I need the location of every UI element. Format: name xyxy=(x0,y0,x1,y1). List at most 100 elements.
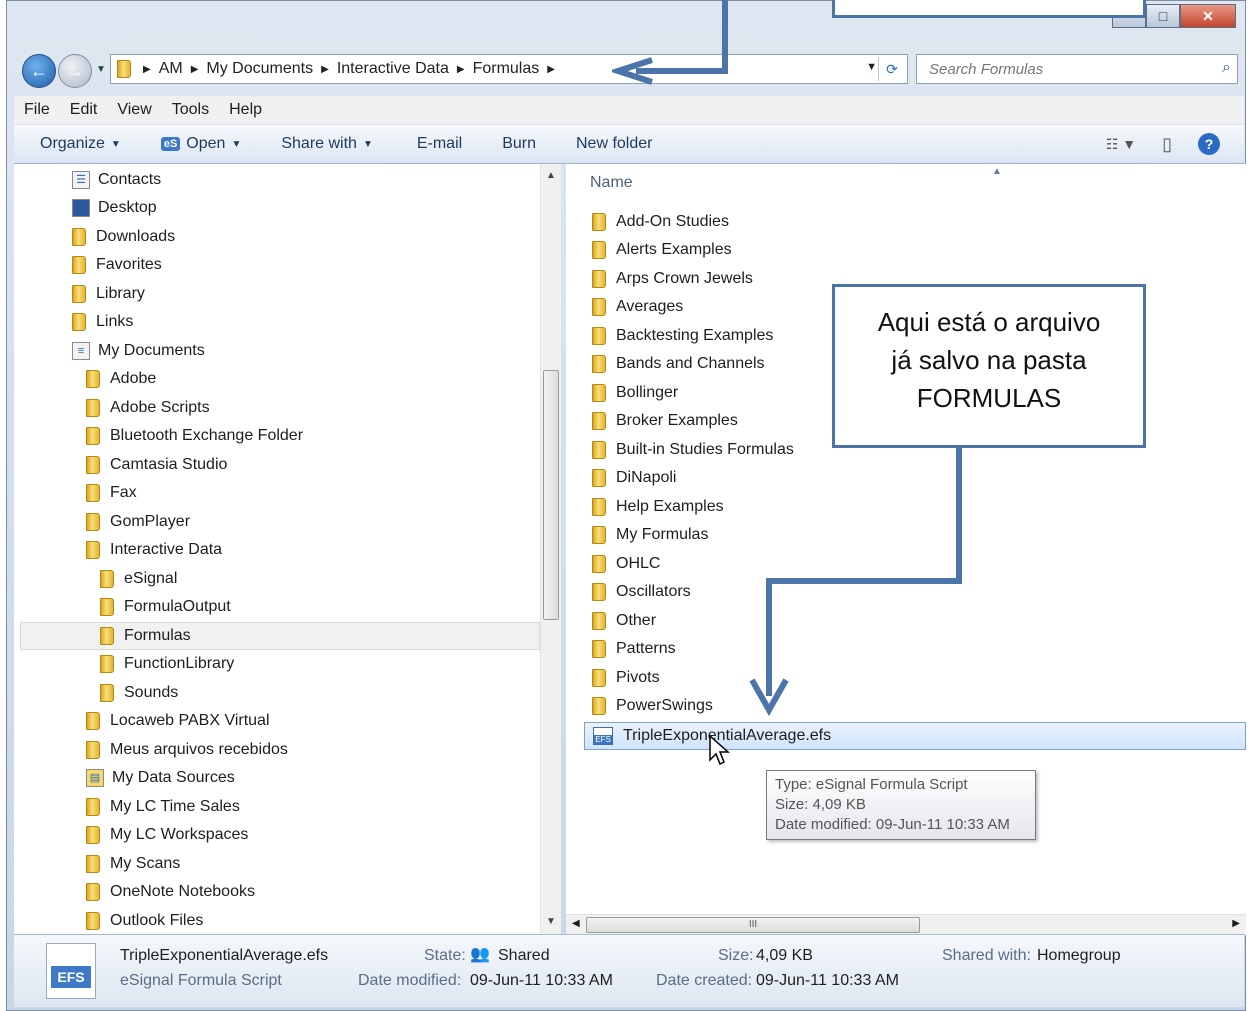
forward-button[interactable]: → xyxy=(58,54,92,88)
folder-item-bollinger[interactable]: Bollinger xyxy=(592,380,678,406)
tree-item-outlook-files[interactable]: Outlook Files xyxy=(86,907,203,934)
share-with-button[interactable]: Share with ▼ xyxy=(281,135,373,153)
change-view-icon[interactable]: ☷ ▼ xyxy=(1106,136,1136,153)
tooltip-modified: Date modified: 09-Jun-11 10:33 AM xyxy=(775,816,1010,833)
email-button[interactable]: E-mail xyxy=(417,135,462,153)
folder-icon xyxy=(592,469,606,487)
folder-item-add-on-studies[interactable]: Add-On Studies xyxy=(592,209,729,235)
tree-item-gomplayer[interactable]: GomPlayer xyxy=(86,508,190,536)
folder-icon xyxy=(86,826,100,844)
breadcrumb-my-documents[interactable]: ▶ My Documents xyxy=(191,60,313,78)
tree-item-interactive-data[interactable]: Interactive Data xyxy=(86,536,222,564)
horizontal-scrollbar[interactable]: ◀ III ▶ xyxy=(566,914,1246,935)
new-folder-button[interactable]: New folder xyxy=(576,135,652,153)
tree-item-camtasia-studio[interactable]: Camtasia Studio xyxy=(86,451,227,479)
folder-item-help-examples[interactable]: Help Examples xyxy=(592,494,724,520)
folder-item-oscillators[interactable]: Oscillators xyxy=(592,579,691,605)
burn-button[interactable]: Burn xyxy=(502,135,536,153)
navigation-scrollbar[interactable]: ▲ ▼ xyxy=(540,164,561,934)
folder-item-pivots[interactable]: Pivots xyxy=(592,665,660,691)
preview-pane-icon[interactable]: ▯ xyxy=(1162,134,1172,155)
search-box[interactable]: ⌕ xyxy=(916,54,1238,84)
breadcrumb-formulas[interactable]: ▶ Formulas xyxy=(457,60,539,78)
menu-edit[interactable]: Edit xyxy=(60,101,108,119)
scroll-up-icon[interactable]: ▲ xyxy=(546,170,556,181)
tree-item-formulas[interactable]: Formulas xyxy=(100,622,191,650)
tree-item-onenote-notebooks[interactable]: OneNote Notebooks xyxy=(86,878,255,906)
folder-icon xyxy=(86,855,100,873)
menu-help[interactable]: Help xyxy=(219,101,272,119)
tree-item-contacts[interactable]: ☰ Contacts xyxy=(72,166,161,194)
tree-item-bluetooth-exchange-folder[interactable]: Bluetooth Exchange Folder xyxy=(86,422,303,450)
tree-item-functionlibrary[interactable]: FunctionLibrary xyxy=(100,650,234,678)
data-sources-icon: ▤ xyxy=(86,769,104,787)
folder-item-built-in-studies-formulas[interactable]: Built-in Studies Formulas xyxy=(592,437,794,463)
file-item-tripleexponentialaverage[interactable]: EFS TripleExponentialAverage.efs xyxy=(584,722,1246,750)
folder-item-backtesting-examples[interactable]: Backtesting Examples xyxy=(592,323,773,349)
tree-item-links[interactable]: Links xyxy=(72,308,133,336)
tree-item-esignal[interactable]: eSignal xyxy=(100,565,177,593)
help-icon[interactable]: ? xyxy=(1198,133,1220,155)
selected-row-highlight xyxy=(20,622,540,650)
history-dropdown-icon[interactable]: ▼ xyxy=(96,64,106,75)
folder-icon xyxy=(86,541,100,559)
details-size-value: 4,09 KB xyxy=(756,947,813,964)
organize-button[interactable]: Organize ▼ xyxy=(40,135,121,153)
folder-icon xyxy=(86,456,100,474)
tree-item-my-data-sources[interactable]: ▤ My Data Sources xyxy=(86,764,235,792)
scrollbar-thumb[interactable] xyxy=(543,370,559,620)
scroll-right-icon[interactable]: ▶ xyxy=(1232,918,1240,929)
address-dropdown-icon[interactable]: ▼ xyxy=(866,61,877,73)
tree-item-adobe-scripts[interactable]: Adobe Scripts xyxy=(86,394,210,422)
callout-line-3: FORMULAS xyxy=(916,383,1062,413)
tree-item-library[interactable]: Library xyxy=(72,280,145,308)
folder-icon xyxy=(86,798,100,816)
folder-item-dinapoli[interactable]: DiNapoli xyxy=(592,465,676,491)
back-button[interactable]: ← xyxy=(22,54,56,88)
close-button[interactable]: ✕ xyxy=(1180,4,1236,28)
tree-item-sounds[interactable]: Sounds xyxy=(100,679,178,707)
search-icon[interactable]: ⌕ xyxy=(1222,59,1231,77)
tree-item-my-documents[interactable]: ≡ My Documents xyxy=(72,337,205,365)
efs-file-icon: EFS xyxy=(593,727,613,745)
maximize-button[interactable]: □ xyxy=(1146,4,1180,28)
breadcrumb-chevron-icon[interactable]: ▶ xyxy=(547,64,563,75)
breadcrumb-am[interactable]: ▶ AM xyxy=(143,60,183,78)
tree-item-downloads[interactable]: Downloads xyxy=(72,223,175,251)
tree-item-my-lc-time-sales[interactable]: My LC Time Sales xyxy=(86,793,240,821)
tree-item-fax[interactable]: Fax xyxy=(86,479,137,507)
folder-item-patterns[interactable]: Patterns xyxy=(592,636,676,662)
column-header-name[interactable]: Name xyxy=(590,174,633,192)
refresh-icon[interactable]: ⟳ xyxy=(878,57,905,81)
tree-item-favorites[interactable]: Favorites xyxy=(72,251,162,279)
tree-item-my-scans[interactable]: My Scans xyxy=(86,850,180,878)
scrollbar-thumb[interactable]: III xyxy=(586,917,920,933)
folder-item-ohlc[interactable]: OHLC xyxy=(592,551,660,577)
callout-top-box xyxy=(832,0,1146,18)
tree-item-desktop[interactable]: Desktop xyxy=(72,194,157,222)
folder-item-alerts-examples[interactable]: Alerts Examples xyxy=(592,237,732,263)
folder-item-other[interactable]: Other xyxy=(592,608,656,634)
details-created-value: 09-Jun-11 10:33 AM xyxy=(756,972,899,989)
folder-item-averages[interactable]: Averages xyxy=(592,294,683,320)
open-button[interactable]: eS Open ▼ xyxy=(160,135,241,153)
scroll-down-icon[interactable]: ▼ xyxy=(546,916,556,927)
tree-item-my-lc-workspaces[interactable]: My LC Workspaces xyxy=(86,821,248,849)
tree-item-locaweb-pabx-virtual[interactable]: Locaweb PABX Virtual xyxy=(86,707,270,735)
folder-item-broker-examples[interactable]: Broker Examples xyxy=(592,408,738,434)
search-input[interactable] xyxy=(927,59,1211,79)
scroll-left-icon[interactable]: ◀ xyxy=(572,918,580,929)
menu-view[interactable]: View xyxy=(107,101,161,119)
address-bar[interactable]: ▶ AM ▶ My Documents ▶ Interactive Data ▶ For… xyxy=(110,54,908,84)
folder-item-powerswings[interactable]: PowerSwings xyxy=(592,693,713,719)
tree-item-formulaoutput[interactable]: FormulaOutput xyxy=(100,593,231,621)
command-bar: Organize ▼ eS Open ▼ Share with ▼ E-mail Bur… xyxy=(14,125,1244,164)
tree-item-meus-arquivos-recebidos[interactable]: Meus arquivos recebidos xyxy=(86,736,288,764)
breadcrumb-interactive-data[interactable]: ▶ Interactive Data xyxy=(321,60,449,78)
folder-item-bands-and-channels[interactable]: Bands and Channels xyxy=(592,351,765,377)
folder-item-arps-crown-jewels[interactable]: Arps Crown Jewels xyxy=(592,266,753,292)
menu-file[interactable]: File xyxy=(14,101,60,119)
tree-item-adobe[interactable]: Adobe xyxy=(86,365,156,393)
folder-item-my-formulas[interactable]: My Formulas xyxy=(592,522,708,548)
menu-tools[interactable]: Tools xyxy=(162,101,219,119)
